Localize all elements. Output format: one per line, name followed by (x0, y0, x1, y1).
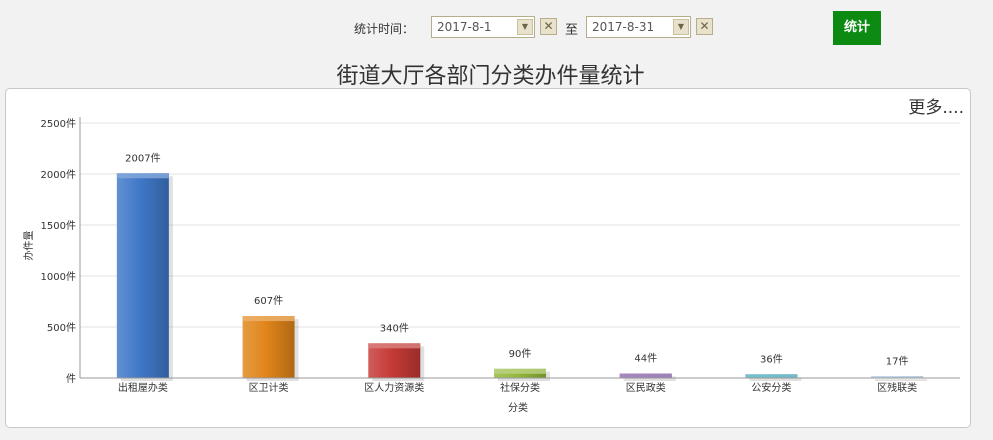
x-tick-label: 区残联类 (877, 381, 917, 394)
bar (242, 316, 295, 378)
data-label: 17件 (886, 355, 909, 367)
data-label: 36件 (760, 353, 783, 365)
x-tick-label: 公安分类 (751, 381, 791, 394)
start-date-clear-icon[interactable]: ✕ (540, 18, 557, 35)
chart-panel: 更多.... 件 500件 1000件 1500件 2000件 2500件 2007件 出租屋… (5, 88, 971, 428)
y-tick-label: 2000件 (41, 169, 76, 181)
data-label: 607件 (254, 295, 283, 307)
x-tick-label: 区民政类 (626, 381, 666, 394)
bar-chart: 件 500件 1000件 1500件 2000件 2500件 2007件出租屋办类 607件区… (22, 117, 960, 414)
x-axis-title: 分类 (508, 401, 528, 414)
bar-highlight (116, 173, 169, 179)
end-date-clear-icon[interactable]: ✕ (696, 18, 713, 35)
start-date-value: 2017-8-1 (437, 20, 492, 34)
x-tick-label: 区人力资源类 (364, 381, 424, 394)
end-date-value: 2017-8-31 (592, 20, 655, 34)
x-tick-label: 社保分类 (500, 381, 540, 394)
y-tick-label: 件 (66, 373, 76, 385)
bar-highlight (619, 373, 672, 378)
data-label: 90件 (509, 348, 532, 360)
x-tick-label: 出租屋办类 (118, 381, 168, 394)
chart-title: 街道大厅各部门分类办件量统计 (336, 64, 645, 89)
end-date-dropdown-icon[interactable]: ▼ (673, 19, 689, 35)
data-label: 340件 (380, 322, 409, 334)
stat-button[interactable]: 统计 (833, 11, 881, 45)
bar-shadow (875, 379, 928, 381)
x-tick-label: 区卫计类 (249, 381, 289, 394)
date-range-label: 统计时间： (354, 22, 415, 36)
y-tick-label: 1000件 (41, 271, 76, 283)
y-tick-label: 1500件 (41, 220, 76, 232)
start-date-input[interactable]: 2017-8-1 ▼ (431, 16, 535, 38)
bar-highlight (242, 316, 295, 322)
bar (116, 173, 169, 378)
bar-highlight (368, 343, 421, 349)
y-tick-label: 2500件 (41, 118, 76, 130)
end-date-input[interactable]: 2017-8-31 ▼ (586, 16, 691, 38)
bar-highlight (745, 374, 798, 378)
to-label: 至 (565, 23, 579, 38)
y-tick-label: 500件 (47, 322, 76, 334)
start-date-dropdown-icon[interactable]: ▼ (517, 19, 533, 35)
data-label: 44件 (634, 353, 657, 365)
filter-bar: 统计时间： 2017-8-1 ▼ ✕ 至 2017-8-31 ▼ ✕ 统计 (0, 0, 993, 56)
data-label: 2007件 (125, 152, 160, 164)
bar (368, 343, 421, 378)
y-axis-title: 办件量 (22, 231, 35, 261)
bar-highlight (494, 368, 546, 374)
